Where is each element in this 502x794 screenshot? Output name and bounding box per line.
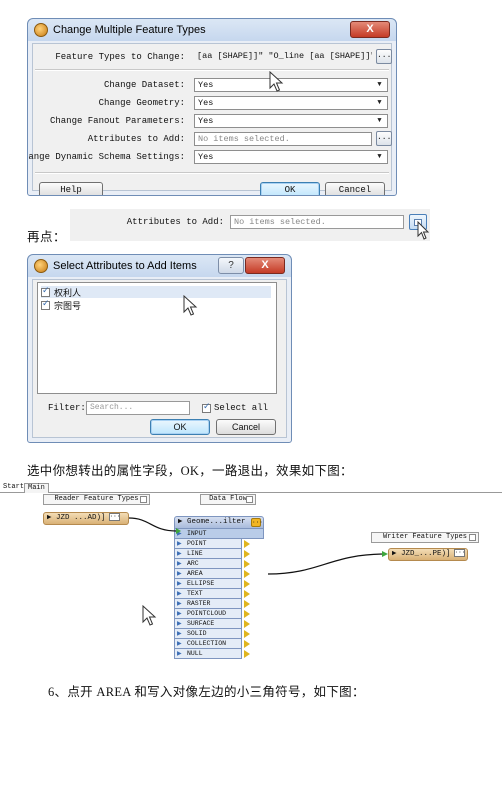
change-geometry-label: Change Geometry: bbox=[98, 98, 185, 108]
select-all-label: Select all bbox=[214, 403, 269, 413]
change-dataset-label: Change Dataset: bbox=[103, 80, 185, 90]
divider bbox=[35, 172, 389, 174]
ok-button[interactable]: OK bbox=[260, 182, 320, 195]
strip-field[interactable]: No items selected. bbox=[230, 215, 404, 229]
list-item[interactable]: 权利人 bbox=[41, 286, 271, 298]
dialog-body: Feature Types to Change: [aa [SHAPE]]" "… bbox=[28, 43, 392, 195]
row-fanout: Change Fanout Parameters: Yes ▼ bbox=[33, 113, 391, 129]
chevron-down-icon: ▼ bbox=[377, 153, 382, 161]
connection-lines bbox=[128, 517, 388, 575]
caption-click-again: 再点： bbox=[27, 230, 67, 244]
divider bbox=[35, 69, 389, 71]
select-all-checkbox[interactable]: Select all bbox=[202, 402, 269, 413]
connector-arrowhead bbox=[176, 528, 181, 534]
chevron-down-icon: ▼ bbox=[377, 99, 382, 107]
change-dataset-select[interactable]: Yes ▼ bbox=[194, 78, 388, 92]
filter-label: Filter: bbox=[48, 403, 86, 413]
fme-app-icon bbox=[34, 23, 48, 37]
row-change-dataset: Change Dataset: Yes ▼ bbox=[33, 77, 391, 93]
change-feature-types-dialog: Change Multiple Feature Types X Feature … bbox=[27, 18, 397, 196]
change-dataset-value: Yes bbox=[198, 80, 214, 90]
attribute-list: 权利人 宗图号 bbox=[37, 282, 277, 394]
cancel-button[interactable]: Cancel bbox=[325, 182, 385, 195]
attributes-to-add-label: Attributes to Add: bbox=[87, 134, 185, 144]
checkbox[interactable] bbox=[41, 286, 50, 297]
item-label: 宗图号 bbox=[54, 300, 82, 311]
strip-label: Attributes to Add: bbox=[126, 217, 224, 227]
feature-types-label: Feature Types to Change: bbox=[55, 52, 185, 62]
mouse-cursor-icon bbox=[183, 295, 198, 316]
connector-area-to-writer bbox=[267, 553, 387, 575]
attributes-strip: Attributes to Add: No items selected. bbox=[70, 209, 430, 241]
mouse-cursor-icon bbox=[142, 605, 157, 626]
filter-placeholder: Search... bbox=[90, 403, 134, 412]
list-item[interactable]: 宗图号 bbox=[41, 299, 271, 311]
dynamic-schema-label: Change Dynamic Schema Settings: bbox=[27, 152, 185, 162]
caption-step-6: 6、点开 AREA 和写入对像左边的小三角符号，如下图： bbox=[48, 685, 365, 699]
checkbox[interactable] bbox=[41, 299, 50, 310]
fanout-value: Yes bbox=[198, 116, 214, 126]
feature-types-browse-button[interactable]: ... bbox=[376, 49, 392, 64]
item-label: 权利人 bbox=[54, 287, 82, 298]
row-change-geometry: Change Geometry: Yes ▼ bbox=[33, 95, 391, 111]
ok-button[interactable]: OK bbox=[150, 419, 210, 435]
fanout-select[interactable]: Yes ▼ bbox=[194, 114, 388, 128]
help-button[interactable]: ? bbox=[218, 257, 244, 274]
row-dynamic-schema: Change Dynamic Schema Settings: Yes ▼ bbox=[28, 149, 391, 165]
feature-types-value: [aa [SHAPE]]" "O_line [aa [SHAPE]]" bbox=[197, 51, 372, 61]
fanout-label: Change Fanout Parameters: bbox=[49, 116, 185, 126]
dialog-title: Change Multiple Feature Types bbox=[53, 24, 206, 36]
connector-arrowhead bbox=[382, 551, 388, 557]
chevron-down-icon: ▼ bbox=[377, 117, 382, 125]
help-button[interactable]: Help bbox=[39, 182, 103, 195]
mouse-cursor-icon bbox=[269, 71, 284, 92]
select-attributes-dialog: Select Attributes to Add Items ? X 权利人 宗… bbox=[27, 254, 292, 443]
dialog-titlebar: Change Multiple Feature Types bbox=[28, 19, 396, 41]
attributes-to-add-field[interactable]: No items selected. bbox=[194, 132, 372, 146]
change-geometry-value: Yes bbox=[198, 98, 214, 108]
change-geometry-select[interactable]: Yes ▼ bbox=[194, 96, 388, 110]
checkbox[interactable] bbox=[202, 402, 211, 413]
chevron-down-icon: ▼ bbox=[377, 81, 382, 89]
dynamic-schema-select[interactable]: Yes ▼ bbox=[194, 150, 388, 164]
dynamic-schema-value: Yes bbox=[198, 152, 214, 162]
attributes-browse-button[interactable]: ... bbox=[376, 131, 392, 146]
dialog-title: Select Attributes to Add Items bbox=[53, 260, 197, 272]
row-feature-types: Feature Types to Change: [aa [SHAPE]]" "… bbox=[33, 49, 392, 65]
caption-select-fields: 选中你想转出的属性字段，OK，一路退出，效果如下图： bbox=[27, 464, 353, 478]
cancel-button[interactable]: Cancel bbox=[216, 419, 276, 435]
mouse-cursor-icon bbox=[417, 221, 430, 240]
fme-app-icon bbox=[34, 259, 48, 273]
filter-input[interactable]: Search... bbox=[86, 401, 190, 415]
close-button[interactable]: X bbox=[350, 21, 390, 38]
connector-reader-to-input bbox=[128, 517, 177, 532]
close-button[interactable]: X bbox=[245, 257, 285, 274]
row-attributes-to-add: Attributes to Add: No items selected. ..… bbox=[33, 131, 392, 147]
